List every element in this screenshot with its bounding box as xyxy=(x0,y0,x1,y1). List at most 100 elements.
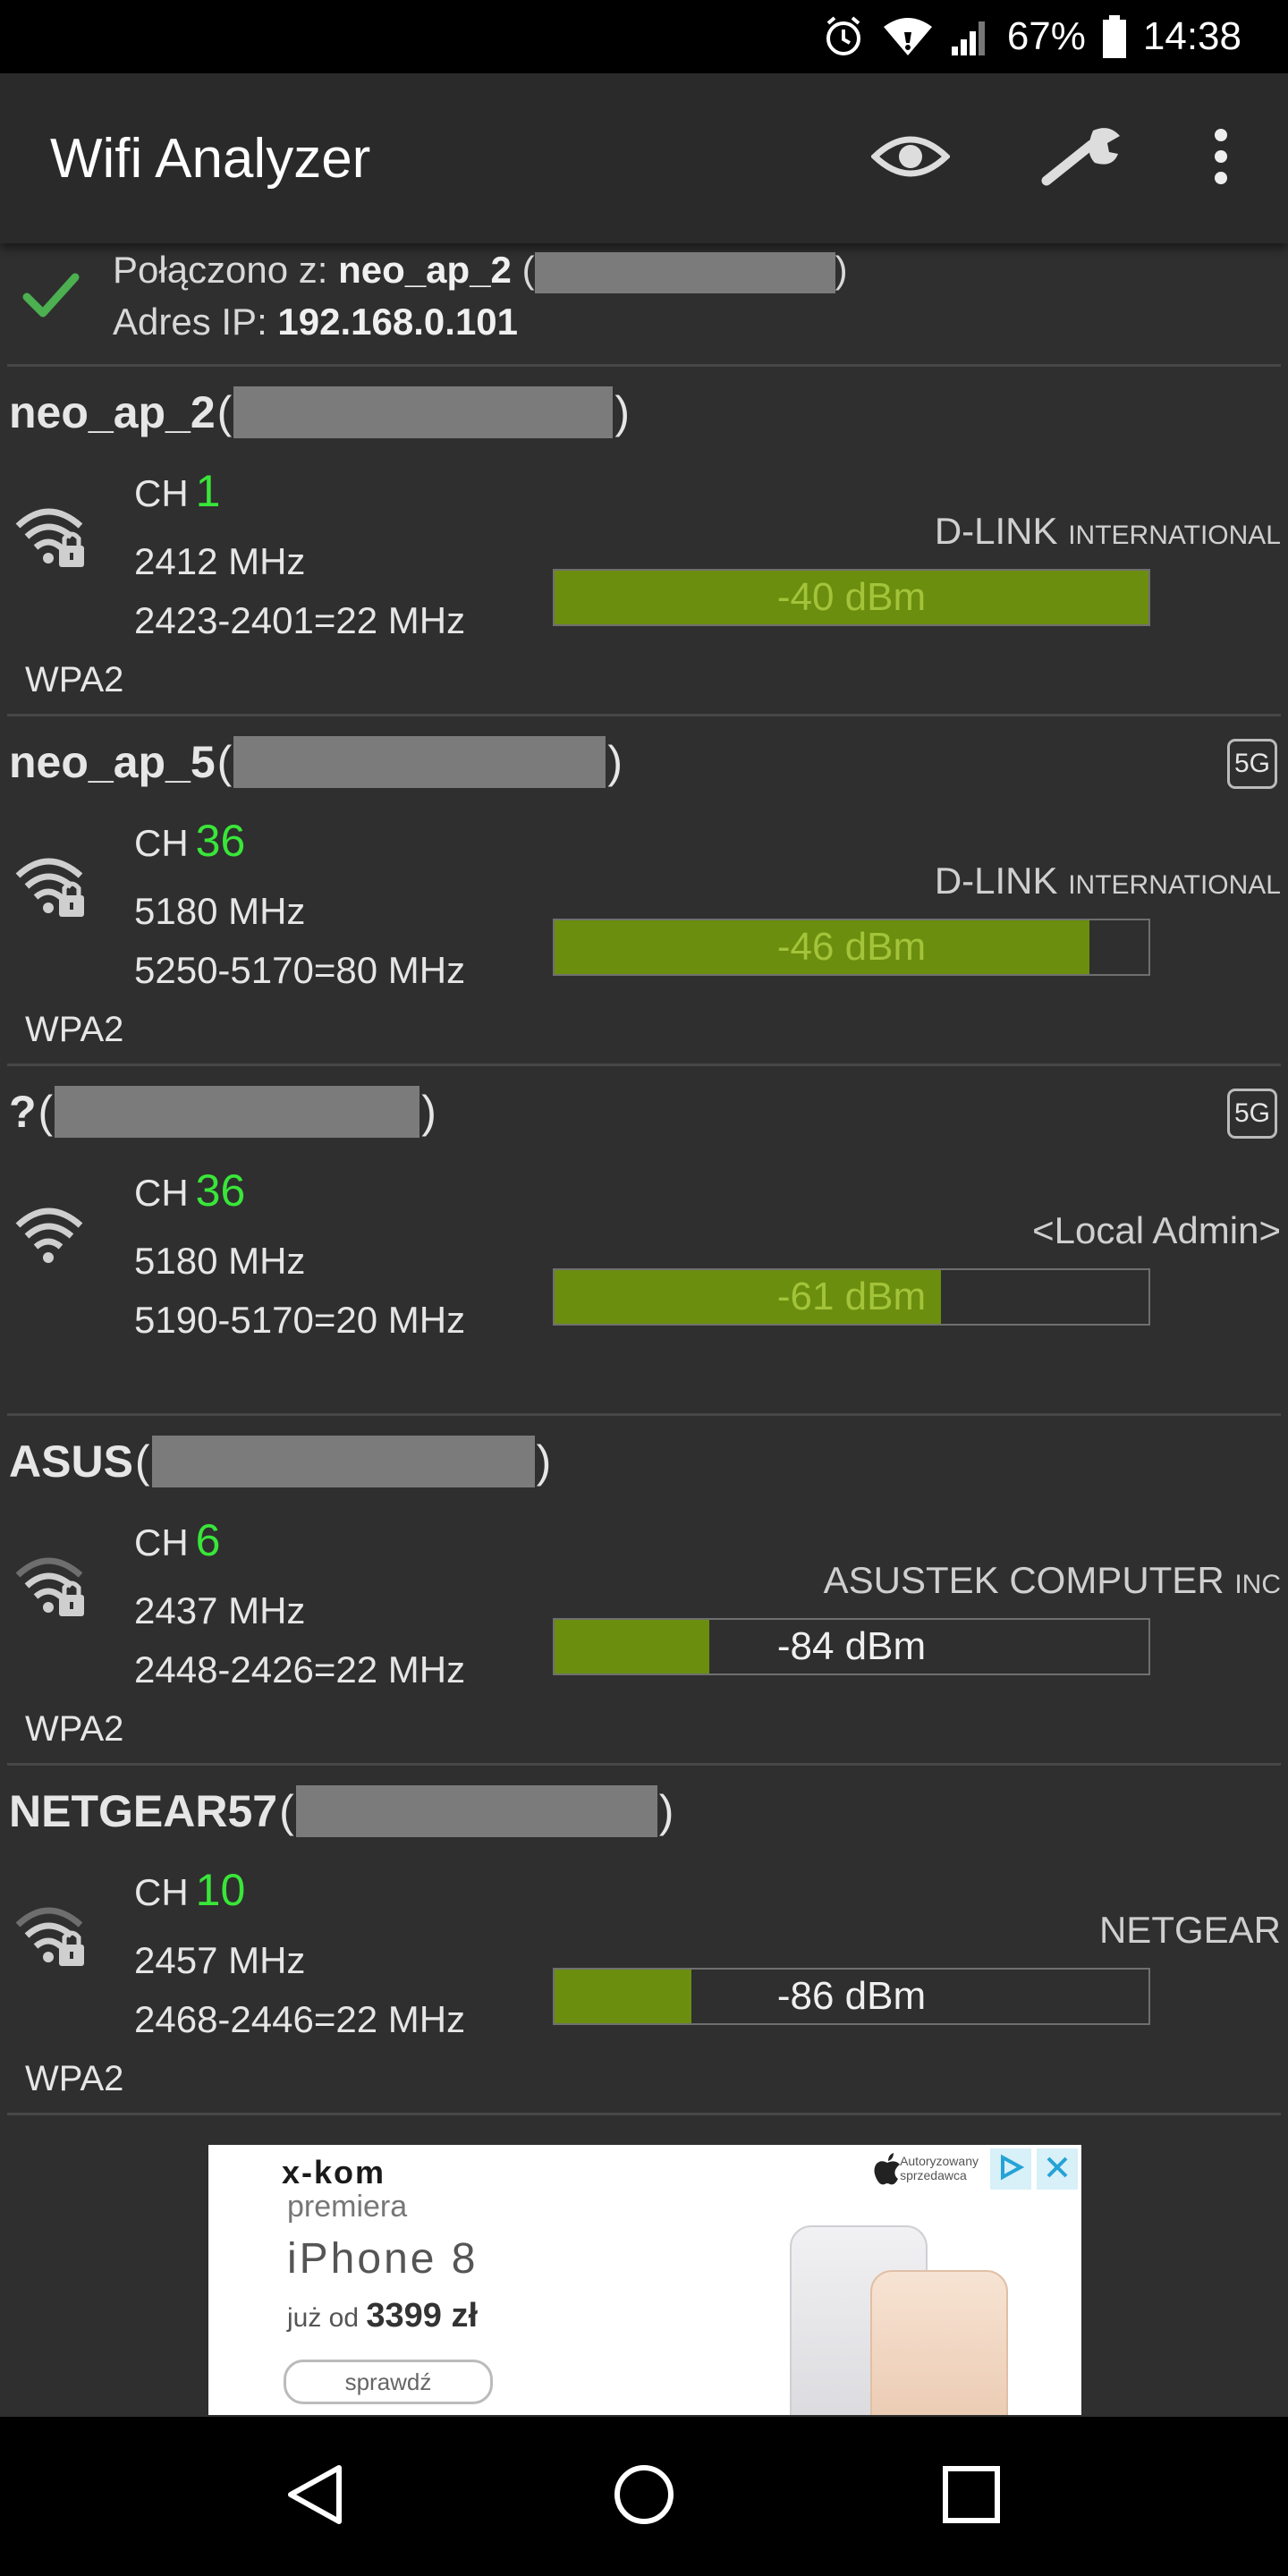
ad-brand: x-kom xyxy=(282,2154,386,2190)
status-bar: 67% 14:38 xyxy=(0,0,1288,73)
back-button[interactable] xyxy=(234,2417,395,2576)
recents-button[interactable] xyxy=(891,2417,1052,2576)
network-ssid: NETGEAR57 () xyxy=(9,1785,674,1837)
channel-number: 6 xyxy=(195,1515,221,1565)
wifi-lock-icon xyxy=(13,499,89,571)
connected-line: Połączono z: neo_ap_2 () xyxy=(113,249,848,293)
redacted-bssid xyxy=(151,1436,535,1487)
vendor: NETGEAR xyxy=(1098,1909,1281,1951)
signal-bar: -86 dBm xyxy=(553,1968,1150,2025)
battery-percent: 67% xyxy=(1006,14,1086,58)
wifi-lock-icon xyxy=(13,1548,89,1620)
ad-banner[interactable]: x-kom premiera iPhone 8 już od 3399 zł s… xyxy=(208,2145,1081,2415)
channel-line: CH 36 xyxy=(134,1165,246,1216)
home-button[interactable] xyxy=(564,2417,724,2576)
ip-line: Adres IP: 192.168.0.101 xyxy=(113,301,518,343)
clock: 14:38 xyxy=(1142,14,1241,58)
network-ssid: ASUS () xyxy=(9,1436,552,1487)
network-entry-asus[interactable]: ASUS () CH 6 2437 MHz 2448-2426=22 MHz WP… xyxy=(0,1416,1288,1765)
adchoices-icon xyxy=(997,2154,1025,2185)
network-ssid: neo_ap_5 () xyxy=(9,736,623,788)
signal-bar: -40 dBm xyxy=(553,569,1150,626)
ad-price: już od 3399 zł xyxy=(287,2297,479,2334)
vendor: ASUSTEK COMPUTER INC xyxy=(823,1559,1281,1601)
system-nav-bar xyxy=(0,2417,1288,2576)
redacted-bssid xyxy=(55,1086,420,1138)
channel-line: CH 36 xyxy=(134,816,246,866)
network-ssid: neo_ap_2 () xyxy=(9,386,630,438)
channel-number: 36 xyxy=(195,816,246,866)
wrench-icon xyxy=(1039,125,1125,192)
ad-cta-button[interactable]: sprawdź xyxy=(284,2360,493,2404)
signal-bar: -46 dBm xyxy=(553,919,1150,976)
vendor: D-LINK INTERNATIONAL xyxy=(934,860,1281,902)
signal-strength: -86 dBm xyxy=(776,1974,927,2018)
security-type: WPA2 xyxy=(25,1709,124,1749)
network-ssid: ? () xyxy=(9,1086,436,1138)
wifi-lock-icon xyxy=(13,1898,89,1970)
ad-close-button[interactable] xyxy=(1037,2148,1078,2190)
redacted-bssid xyxy=(233,736,606,788)
band-5g-badge: 5G xyxy=(1227,739,1277,789)
ad-phone-image xyxy=(870,2270,1008,2415)
frequency-range: 5250-5170=80 MHz xyxy=(134,949,466,991)
network-entry-netgear57[interactable]: NETGEAR57 () CH 10 2457 MHz 2468-2446=22 … xyxy=(0,1766,1288,2114)
recents-icon xyxy=(942,2465,1001,2529)
channel-number: 36 xyxy=(195,1165,246,1216)
check-icon xyxy=(21,270,80,325)
eye-icon xyxy=(869,131,952,186)
close-icon xyxy=(1045,2155,1070,2184)
frequency: 2412 MHz xyxy=(134,540,306,582)
signal-bar: -84 dBm xyxy=(553,1618,1150,1675)
app-toolbar: Wifi Analyzer xyxy=(0,73,1288,243)
channel-number: 1 xyxy=(195,466,221,516)
ad-product: iPhone 8 xyxy=(287,2235,479,2283)
redacted-bssid xyxy=(233,386,614,438)
app-title: Wifi Analyzer xyxy=(50,127,371,190)
more-vert-icon xyxy=(1212,128,1230,190)
ip-value: 192.168.0.101 xyxy=(277,301,519,343)
security-type: WPA2 xyxy=(25,1010,124,1049)
battery-icon xyxy=(1102,14,1127,59)
vendor: D-LINK INTERNATIONAL xyxy=(934,510,1281,552)
frequency: 2437 MHz xyxy=(134,1589,306,1631)
status-icons: 67% 14:38 xyxy=(821,0,1241,73)
ad-choices-button[interactable] xyxy=(990,2148,1031,2190)
connection-info: Połączono z: neo_ap_2 () Adres IP: 192.1… xyxy=(0,243,1288,364)
vendor: <Local Admin> xyxy=(1032,1209,1281,1251)
security-type: WPA2 xyxy=(25,2059,124,2098)
channel-line: CH 1 xyxy=(134,466,221,516)
security-type: WPA2 xyxy=(25,660,124,699)
frequency-range: 2448-2426=22 MHz xyxy=(134,1648,466,1690)
frequency-range: 5190-5170=20 MHz xyxy=(134,1299,466,1341)
wifi-icon xyxy=(13,1199,89,1270)
channel-line: CH 6 xyxy=(134,1515,221,1565)
frequency-range: 2423-2401=22 MHz xyxy=(134,599,466,641)
signal-strength: -61 dBm xyxy=(776,1275,927,1318)
settings-button[interactable] xyxy=(1029,73,1136,243)
redacted-bssid xyxy=(534,251,835,293)
ip-label: Adres IP: xyxy=(113,301,267,343)
signal-icon xyxy=(950,16,991,57)
view-button[interactable] xyxy=(859,73,962,243)
frequency: 2457 MHz xyxy=(134,1939,306,1981)
wifi-lock-icon xyxy=(13,849,89,920)
connected-label: Połączono z: xyxy=(113,249,328,291)
frequency-range: 2468-2446=22 MHz xyxy=(134,1998,466,2040)
network-entry-hidden[interactable]: ? () 5G CH 36 5180 MHz 5190-5170=20 MHz <… xyxy=(0,1066,1288,1415)
signal-strength: -40 dBm xyxy=(776,575,927,619)
network-entry-neo-ap-5[interactable]: neo_ap_5 () 5G CH 36 5180 MHz 5250-5170=8… xyxy=(0,716,1288,1065)
redacted-bssid xyxy=(295,1785,657,1837)
ad-seller: Autoryzowany sprzedawca xyxy=(900,2154,979,2182)
ad-premiere: premiera xyxy=(287,2190,408,2224)
signal-strength: -84 dBm xyxy=(776,1624,927,1668)
frequency: 5180 MHz xyxy=(134,1240,306,1282)
network-entry-neo-ap-2[interactable]: neo_ap_2 () CH 1 2412 MHz 2423-2401=22 MH… xyxy=(0,367,1288,716)
band-5g-badge: 5G xyxy=(1227,1089,1277,1139)
wifi-icon xyxy=(882,16,934,57)
overflow-menu-button[interactable] xyxy=(1190,73,1252,243)
channel-number: 10 xyxy=(195,1865,246,1915)
alarm-icon xyxy=(821,14,866,59)
divider xyxy=(7,2113,1281,2115)
channel-line: CH 10 xyxy=(134,1865,246,1915)
